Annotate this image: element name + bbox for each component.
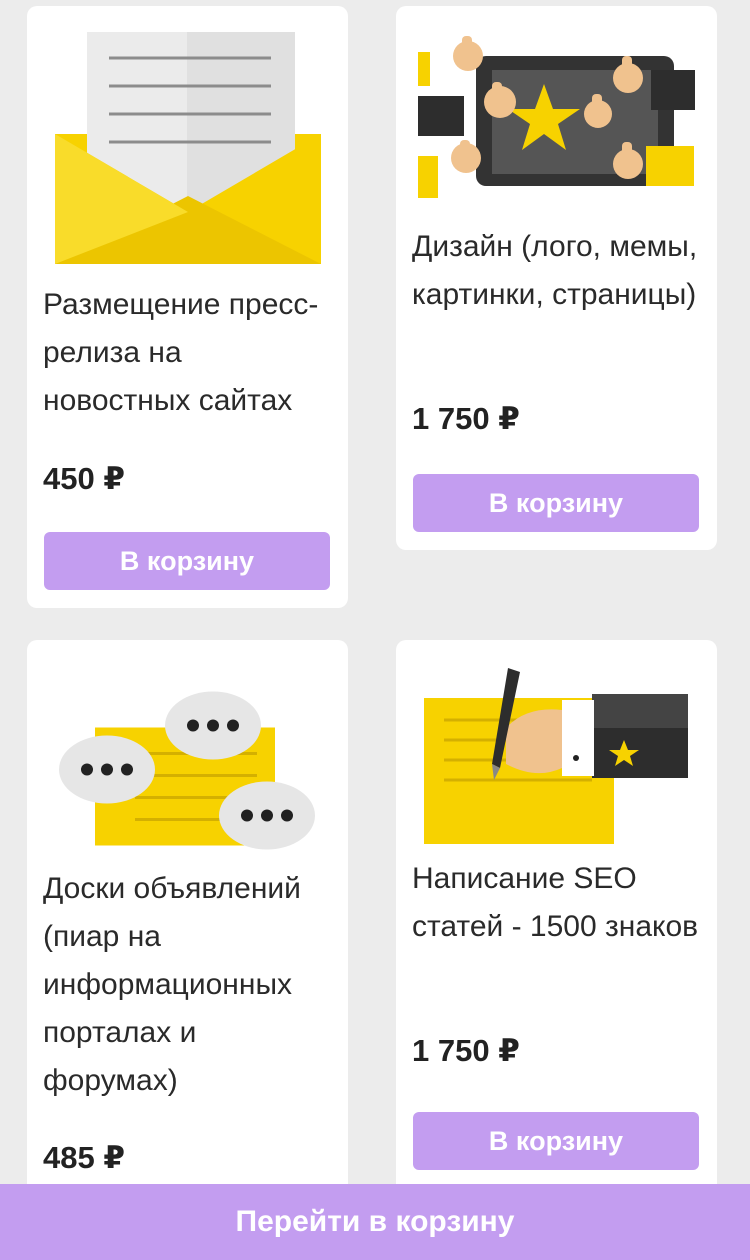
product-price: 1 750 ₽ (412, 1033, 520, 1068)
add-to-cart-button[interactable]: В корзину (413, 1112, 699, 1170)
product-grid-page: Размещение пресс-релиза на новостных сай… (0, 0, 750, 1260)
product-title: Дизайн (лого, мемы, картинки, страницы) (412, 230, 698, 311)
product-card-design[interactable]: Дизайн (лого, мемы, картинки, страницы) … (396, 6, 717, 550)
hand-writing-pen-illustration (424, 668, 688, 844)
go-to-cart-button[interactable]: Перейти в корзину (0, 1184, 750, 1260)
thumbs-up-star-illustration (418, 36, 695, 198)
product-card-message-boards[interactable]: Доски объявлений (пиар на информационных… (27, 640, 348, 1200)
add-to-cart-button[interactable]: В корзину (413, 474, 699, 532)
speech-bubbles-illustration (59, 691, 315, 850)
product-card-seo-articles[interactable]: Написание SEO статей - 1500 знаков 1 750… (396, 640, 717, 1200)
product-title: Размещение пресс-релиза на новостных сай… (43, 288, 319, 417)
product-price: 485 ₽ (43, 1140, 125, 1175)
product-title: Доски объявлений (пиар на информационных… (43, 872, 301, 1097)
product-card-press-release[interactable]: Размещение пресс-релиза на новостных сай… (27, 6, 348, 608)
add-to-cart-button[interactable]: В корзину (44, 532, 330, 590)
envelope-illustration (55, 32, 321, 264)
product-title: Написание SEO статей - 1500 знаков (412, 862, 699, 943)
product-price: 1 750 ₽ (412, 401, 520, 436)
product-price: 450 ₽ (43, 461, 125, 496)
